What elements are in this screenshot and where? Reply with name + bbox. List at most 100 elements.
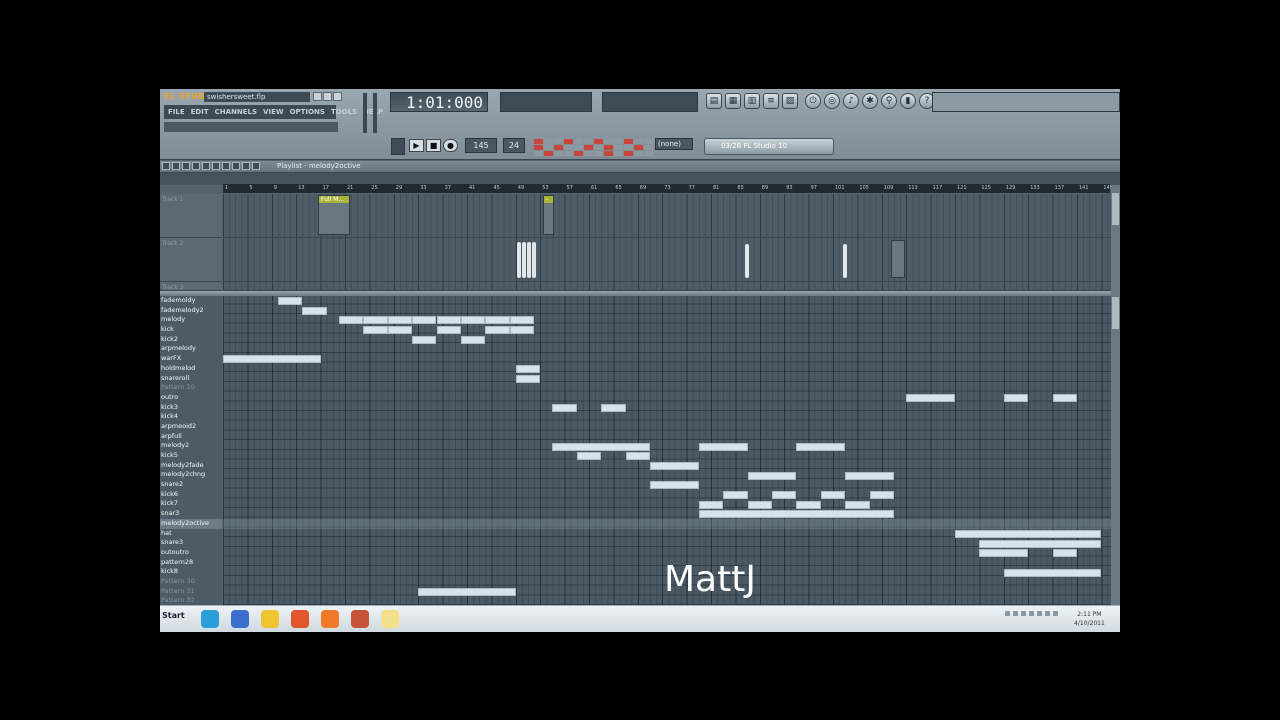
disk-icon[interactable]: ▮ [900, 93, 916, 109]
audio-clip[interactable] [891, 240, 905, 278]
pattern-item[interactable]: pattern28 [160, 558, 222, 568]
pattern-item[interactable]: fademelody2 [160, 306, 222, 316]
slice-tool-icon[interactable] [212, 162, 220, 170]
snap-selector[interactable]: (none) [655, 138, 693, 150]
pattern-block[interactable] [552, 442, 650, 451]
pattern-item[interactable]: kick5 [160, 451, 222, 461]
track-2-header[interactable]: Track 2 [160, 238, 222, 282]
pattern-item[interactable]: melody2 [160, 441, 222, 451]
pattern-block[interactable] [460, 335, 486, 344]
pattern-block[interactable] [955, 529, 1102, 538]
piano-roll-icon[interactable]: ▥ [744, 93, 760, 109]
pattern-item[interactable]: kick2 [160, 335, 222, 345]
pattern-item[interactable]: arpmeoid2 [160, 422, 222, 432]
pattern-item[interactable]: Pattern 10 [160, 383, 222, 393]
pattern-block[interactable] [869, 491, 894, 499]
pattern-block[interactable] [436, 326, 461, 335]
pattern-item[interactable]: snare2 [160, 480, 222, 490]
track-3-header[interactable]: Track 3 [160, 282, 222, 291]
pattern-block[interactable] [796, 500, 821, 509]
tray-icon[interactable] [1005, 611, 1010, 616]
pattern-block[interactable] [412, 316, 437, 325]
pattern-block[interactable] [698, 510, 894, 519]
paint-tool-icon[interactable] [172, 162, 180, 170]
minimize-icon[interactable] [313, 92, 322, 101]
search-icon[interactable]: ⚲ [881, 93, 897, 109]
tray-icon[interactable] [1029, 611, 1034, 616]
start-button[interactable]: Start [162, 611, 185, 620]
pattern-number-display[interactable]: 24 [503, 138, 525, 153]
pattern-item[interactable]: kick [160, 325, 222, 335]
master-pitch-slider[interactable] [373, 93, 377, 133]
tray-icon[interactable] [1013, 611, 1018, 616]
pattern-item[interactable]: Pattern 31 [160, 587, 222, 597]
pattern-block[interactable] [515, 364, 541, 373]
pattern-item[interactable]: arpfull [160, 432, 222, 442]
pattern-item[interactable]: snare3 [160, 538, 222, 548]
pattern-block[interactable] [650, 481, 699, 490]
menu-view[interactable]: VIEW [263, 108, 284, 116]
automation-clip[interactable] [532, 242, 536, 278]
pattern-block[interactable] [485, 316, 510, 325]
pattern-item[interactable]: kick7 [160, 499, 222, 509]
automation-clip[interactable] [517, 242, 521, 278]
pattern-item[interactable]: snar3 [160, 509, 222, 519]
audio-clip[interactable]: Full M... [318, 195, 350, 235]
pattern-block[interactable] [845, 500, 870, 509]
stop-button[interactable]: ■ [426, 139, 441, 152]
timeline-ruler[interactable]: 1 5 9 13 17 21 25 29 33 37 41 45 49 53 57 61 65 69 73 77 81 8… [160, 173, 1120, 193]
select-tool-icon[interactable] [222, 162, 230, 170]
mixer-icon[interactable]: ▨ [782, 93, 798, 109]
pattern-item[interactable]: melody [160, 315, 222, 325]
track-1-lane[interactable]: Full M... - [223, 194, 1111, 238]
pattern-block[interactable] [650, 461, 699, 470]
menu-tools[interactable]: TOOLS [331, 108, 357, 116]
automation-clip[interactable] [527, 242, 531, 278]
pattern-block[interactable] [460, 316, 486, 325]
pattern-item[interactable]: melody2octive [160, 518, 222, 529]
pattern-block[interactable] [363, 326, 388, 335]
track-2-lane[interactable] [223, 238, 1111, 282]
play-button[interactable]: ▶ [409, 139, 424, 152]
power-icon[interactable]: ⏻ [805, 93, 821, 109]
automation-clip[interactable] [843, 244, 847, 278]
pattern-item[interactable]: outoutro [160, 548, 222, 558]
automation-clip[interactable] [522, 242, 526, 278]
track-1-header[interactable]: Track 1 [160, 194, 222, 238]
pattern-item[interactable]: hat [160, 529, 222, 539]
pattern-item[interactable]: outro [160, 393, 222, 403]
menu-options[interactable]: OPTIONS [290, 108, 325, 116]
pattern-block[interactable] [747, 500, 772, 509]
browser-icon[interactable]: ≡ [763, 93, 779, 109]
pattern-block[interactable] [418, 588, 516, 596]
pattern-block[interactable] [747, 471, 797, 480]
pattern-item[interactable]: warFX [160, 354, 222, 364]
fl-studio-taskbar-icon[interactable] [261, 610, 279, 628]
pattern-item[interactable]: melody2fade [160, 461, 222, 471]
pattern-block[interactable] [485, 326, 510, 335]
pattern-item[interactable]: melody2chng [160, 470, 222, 480]
step-sequencer-icon[interactable]: ▦ [725, 93, 741, 109]
menu-file[interactable]: FILE [168, 108, 185, 116]
vertical-scrollbar[interactable] [1111, 185, 1120, 605]
pattern-block[interactable] [820, 491, 846, 499]
pattern-block[interactable] [796, 442, 846, 451]
pattern-block[interactable] [576, 452, 602, 461]
browser-shortcut[interactable]: 03/26 FL Studio 10 [704, 138, 834, 155]
draw-tool-icon[interactable] [162, 162, 170, 170]
pattern-block[interactable] [338, 316, 364, 325]
media-player-icon[interactable] [321, 610, 339, 628]
tempo-display[interactable]: 145 [465, 138, 497, 153]
pattern-block[interactable] [1052, 394, 1077, 402]
itunes-icon[interactable] [231, 610, 249, 628]
pattern-block[interactable] [723, 491, 748, 499]
metronome-icon[interactable]: ✱ [862, 93, 878, 109]
pattern-block[interactable] [979, 539, 1102, 548]
record-options-icon[interactable]: ◎ [824, 93, 840, 109]
playback-tool-icon[interactable] [242, 162, 250, 170]
pattern-item[interactable]: snareroll [160, 374, 222, 384]
pattern-block[interactable] [1003, 568, 1102, 577]
pattern-block[interactable] [1052, 549, 1077, 558]
automation-clip[interactable] [745, 244, 749, 278]
paint-icon[interactable] [351, 610, 369, 628]
